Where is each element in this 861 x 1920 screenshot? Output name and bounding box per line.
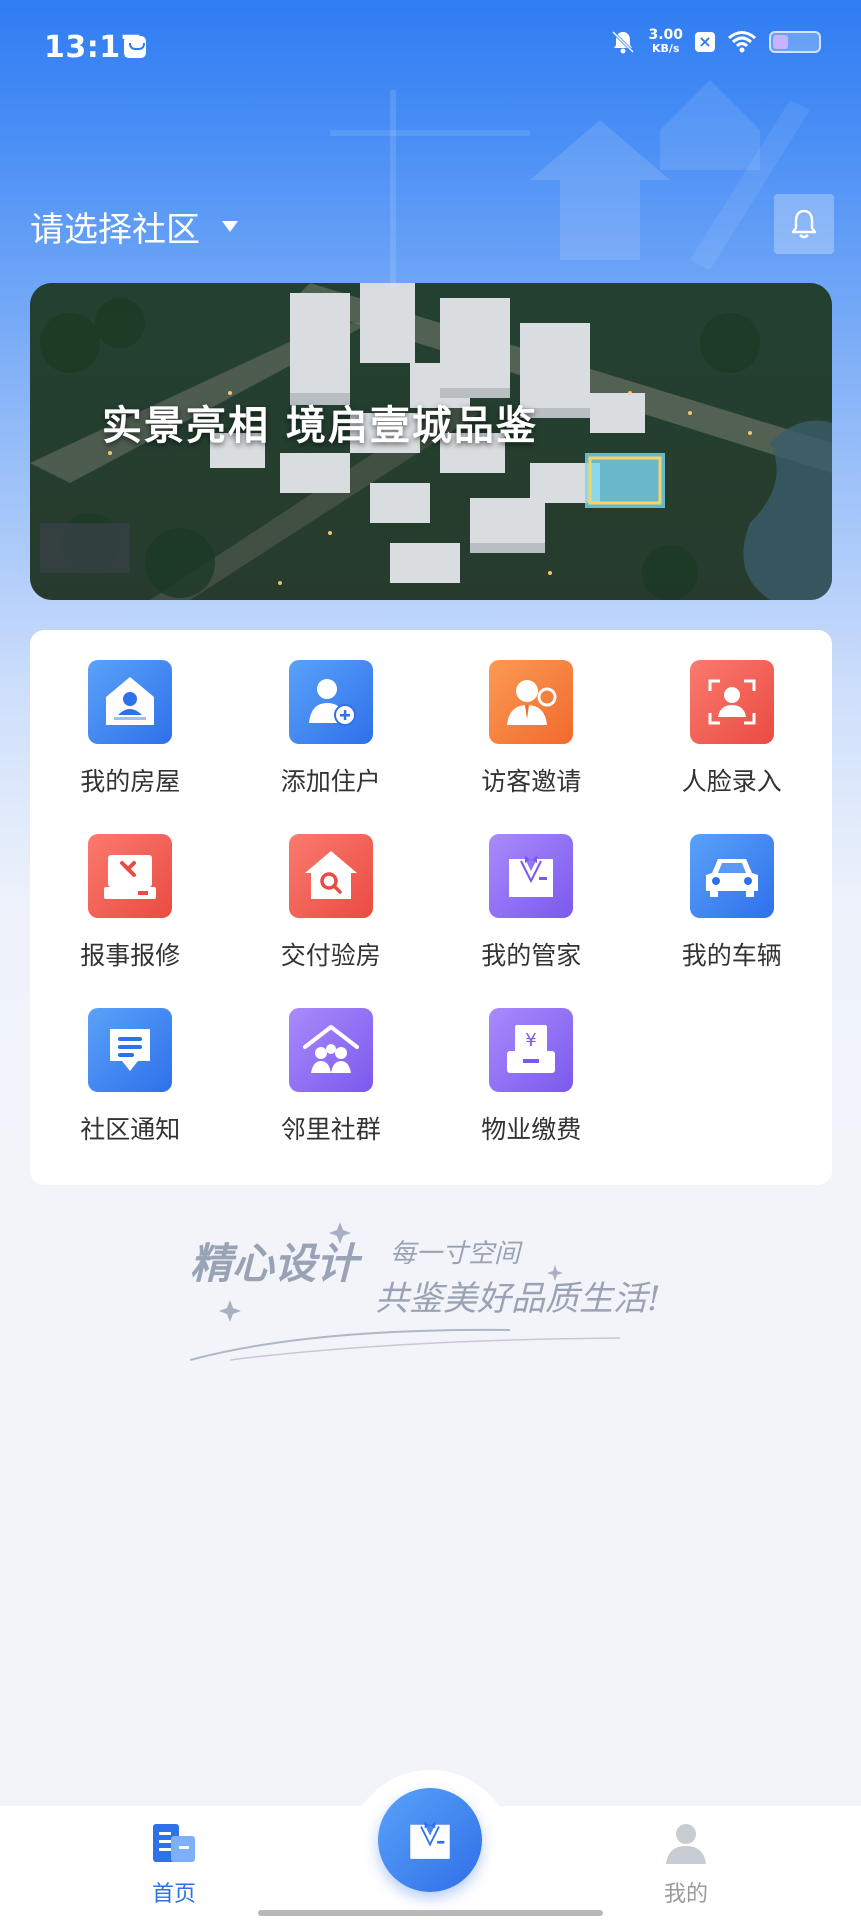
- tab-home[interactable]: 首页: [114, 1822, 234, 1908]
- slogan-line1-big: 精心设计: [190, 1239, 363, 1288]
- service-my-butler[interactable]: 我的管家: [431, 834, 632, 1008]
- car-icon: [689, 834, 774, 918]
- face-scan-icon: [689, 660, 774, 744]
- message-icon: [124, 36, 146, 58]
- services-card: 我的房屋 添加住户 访客邀请 人脸录入 报事报修 交付验房 我的管家 我的车辆 …: [30, 630, 832, 1185]
- notification-bell-button[interactable]: [774, 194, 834, 254]
- bell-icon: [791, 209, 817, 239]
- banner-title: 实景亮相 境启壹城品鉴: [102, 402, 538, 449]
- house-inspect-icon: [288, 834, 373, 918]
- slogan-line1-small: 每一寸空间: [390, 1239, 523, 1269]
- battery-icon: [769, 31, 821, 53]
- house-icon: [88, 660, 173, 744]
- service-label: 社区通知: [80, 1115, 181, 1144]
- service-community-notice[interactable]: 社区通知: [30, 1008, 231, 1182]
- service-repair[interactable]: 报事报修: [30, 834, 231, 1008]
- notice-icon: [88, 1008, 173, 1092]
- service-house-inspection[interactable]: 交付验房: [231, 834, 432, 1008]
- status-bar: 13:17 3.00 KB/s ×: [0, 0, 861, 100]
- home-indicator: [258, 1910, 603, 1916]
- caret-down-icon: [222, 221, 238, 232]
- service-my-vehicle[interactable]: 我的车辆: [632, 834, 833, 1008]
- butler-icon: [489, 834, 574, 918]
- community-selector[interactable]: 请选择社区: [30, 202, 238, 251]
- service-label: 我的房屋: [80, 767, 181, 796]
- service-label: 物业缴费: [481, 1115, 582, 1144]
- service-label: 我的车辆: [681, 941, 782, 970]
- service-face-enroll[interactable]: 人脸录入: [632, 660, 833, 834]
- service-label: 添加住户: [280, 767, 381, 796]
- service-label: 人脸录入: [681, 767, 782, 796]
- svg-text:¥: ¥: [526, 1030, 537, 1051]
- wifi-icon: [728, 31, 756, 53]
- tab-center-butler-button[interactable]: [378, 1788, 482, 1892]
- tab-mine-label: 我的: [663, 1882, 708, 1907]
- visitor-invite-icon: [489, 660, 574, 744]
- user-icon: [666, 1824, 706, 1864]
- add-resident-icon: [288, 660, 373, 744]
- service-label: 访客邀请: [481, 767, 582, 796]
- close-box-icon: ×: [695, 32, 715, 52]
- slogan-artwork: 精心设计 每一寸空间 共鉴美好品质生活!: [189, 1210, 690, 1380]
- service-my-house[interactable]: 我的房屋: [30, 660, 231, 834]
- tab-home-label: 首页: [151, 1882, 196, 1907]
- service-add-resident[interactable]: 添加住户: [231, 660, 432, 834]
- service-visitor-invite[interactable]: 访客邀请: [431, 660, 632, 834]
- service-label: 我的管家: [481, 941, 582, 970]
- service-neighbors[interactable]: 邻里社群: [231, 1008, 432, 1182]
- payment-icon: ¥: [489, 1008, 574, 1092]
- network-speed: 3.00 KB/s: [648, 27, 683, 55]
- service-property-payment[interactable]: ¥ 物业缴费: [431, 1008, 632, 1182]
- bell-off-icon: [612, 30, 635, 54]
- neighbors-icon: [288, 1008, 373, 1092]
- service-label: 邻里社群: [280, 1115, 381, 1144]
- services-grid: 我的房屋 添加住户 访客邀请 人脸录入 报事报修 交付验房 我的管家 我的车辆 …: [30, 660, 832, 1182]
- battery-level: [773, 35, 788, 49]
- promo-banner[interactable]: 实景亮相 境启壹城品鉴: [30, 283, 832, 600]
- butler-icon: [410, 1821, 450, 1859]
- repair-icon: [88, 834, 173, 918]
- slogan-line2: 共鉴美好品质生活!: [375, 1279, 661, 1319]
- service-label: 报事报修: [80, 941, 181, 970]
- community-selector-label: 请选择社区: [30, 210, 200, 250]
- service-label: 交付验房: [280, 941, 381, 970]
- home-tab-icon: [153, 1824, 195, 1862]
- tab-mine[interactable]: 我的: [626, 1822, 746, 1908]
